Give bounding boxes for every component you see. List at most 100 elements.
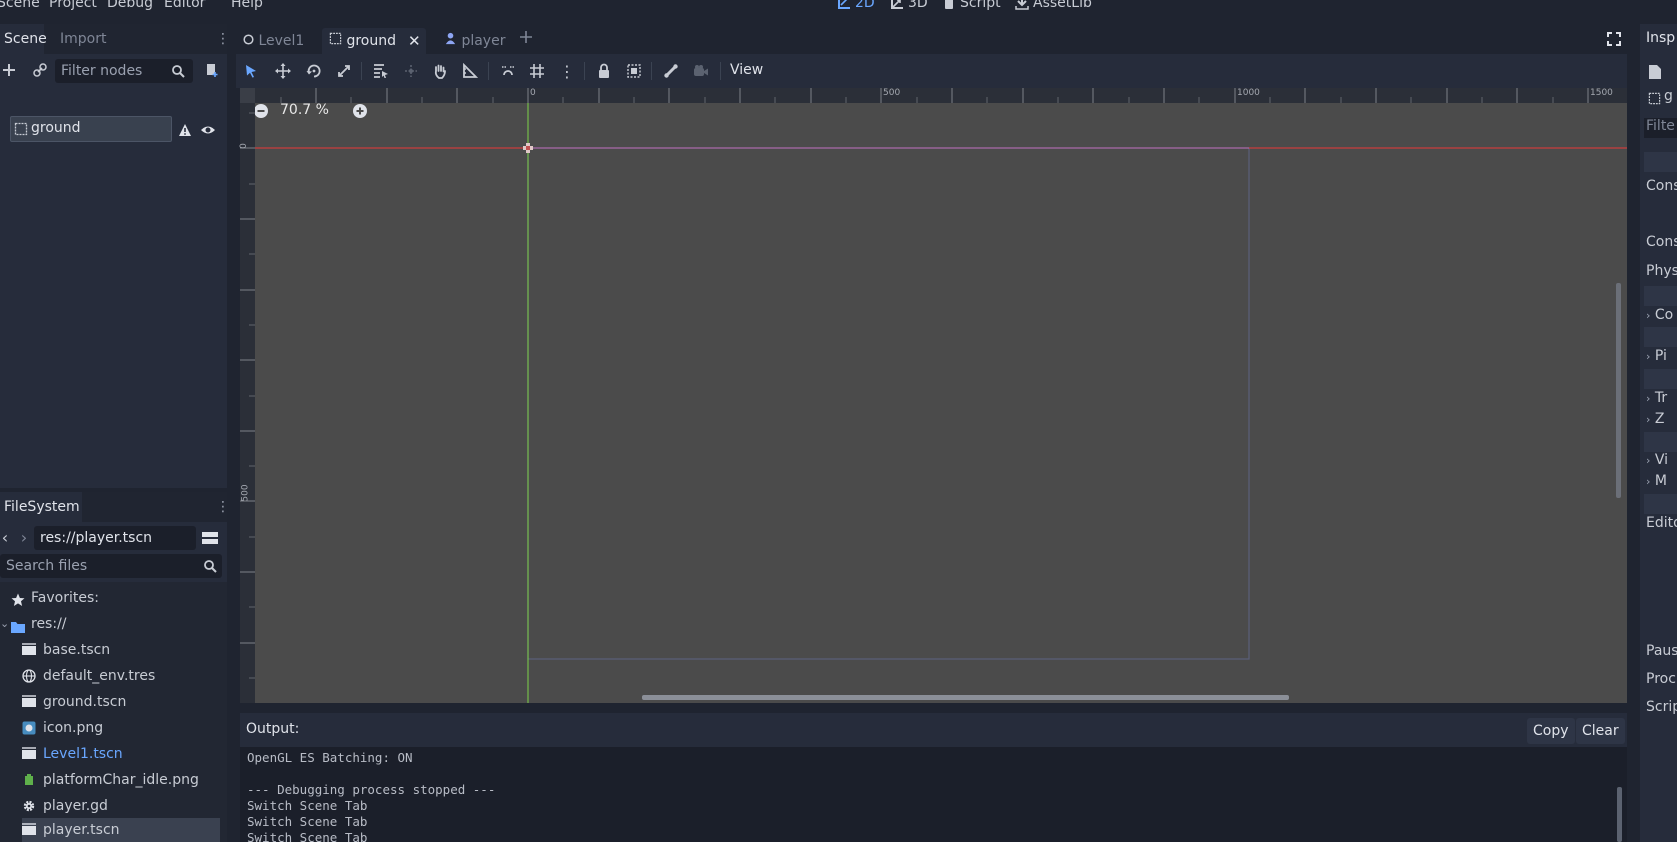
workspace-script-button[interactable]: Script xyxy=(942,0,1001,11)
log-line: Switch Scene Tab xyxy=(247,830,368,842)
tab-level1[interactable]: Level1 xyxy=(236,28,311,54)
tab-inspector[interactable]: Insp xyxy=(1646,30,1675,46)
view-menu-button[interactable]: View xyxy=(730,62,763,78)
file-row[interactable]: base.tscn xyxy=(0,638,227,662)
link-icon[interactable] xyxy=(29,59,51,81)
tab-scene[interactable]: Scene xyxy=(0,24,47,54)
chevron-right-icon: › xyxy=(1646,475,1651,488)
favorites-row[interactable]: Favorites: xyxy=(0,586,227,610)
node2d-icon xyxy=(328,32,342,45)
inspector-row: Paus xyxy=(1646,643,1677,659)
add-node-icon[interactable] xyxy=(0,59,20,81)
snap-options-menu-icon[interactable]: ⋮ xyxy=(556,60,578,82)
forward-arrow-icon[interactable]: › xyxy=(13,526,35,548)
inspector-row: Scrip xyxy=(1646,699,1677,715)
file-row[interactable]: Level1.tscn xyxy=(0,742,227,766)
scale-mode-icon[interactable] xyxy=(333,60,355,82)
visibility-eye-icon[interactable] xyxy=(197,119,219,141)
file-row-selected[interactable]: player.tscn xyxy=(22,818,220,842)
inspector-section-bar xyxy=(1644,286,1677,306)
workspace-2d-button[interactable]: 2D xyxy=(837,0,875,11)
assetlib-workspace-icon xyxy=(1015,0,1029,10)
new-resource-icon[interactable] xyxy=(1648,64,1664,80)
scene-file-icon xyxy=(22,643,36,657)
chevron-down-icon: ⌄ xyxy=(0,617,10,630)
group-icon[interactable] xyxy=(623,60,645,82)
workspace-3d-label: 3D xyxy=(908,0,928,11)
distraction-free-icon[interactable] xyxy=(1606,31,1624,49)
split-view-icon[interactable] xyxy=(199,527,221,549)
inspector-node-label: g xyxy=(1664,88,1673,104)
zoom-out-icon[interactable] xyxy=(253,103,269,119)
inspector-row[interactable]: › Z xyxy=(1646,411,1664,427)
menu-scene[interactable]: Scene xyxy=(0,0,40,11)
toolbar-separator xyxy=(488,62,489,80)
menu-debug[interactable]: Debug xyxy=(107,0,153,11)
grid-snap-icon[interactable] xyxy=(526,60,548,82)
workspace-3d-button[interactable]: 3D xyxy=(890,0,928,11)
ruler-mode-icon[interactable] xyxy=(459,60,481,82)
output-log[interactable]: OpenGL ES Batching: ON --- Debugging pro… xyxy=(240,747,1627,842)
attach-script-icon[interactable] xyxy=(201,59,223,81)
tab-ground[interactable]: ground ✕ xyxy=(322,28,426,54)
canvas-svg xyxy=(255,103,1627,703)
ruler-top: 0 500 1000 1500 xyxy=(240,88,1627,103)
ruler-label: 0 xyxy=(238,143,249,149)
menu-editor[interactable]: Editor xyxy=(164,0,205,11)
file-row[interactable]: platformChar_idle.png xyxy=(0,768,227,792)
path-field[interactable]: res://player.tscn xyxy=(34,526,196,550)
zoom-in-icon[interactable] xyxy=(352,103,368,119)
chevron-right-icon: › xyxy=(1646,309,1651,322)
file-row[interactable]: ground.tscn xyxy=(0,690,227,714)
menu-project[interactable]: Project xyxy=(49,0,97,11)
canvas-viewport[interactable]: 70.7 % xyxy=(240,88,1627,703)
zoom-level-label[interactable]: 70.7 % xyxy=(280,102,329,118)
tab-player[interactable]: player xyxy=(437,28,513,54)
vertical-scrollbar xyxy=(1616,283,1621,498)
file-row[interactable]: icon.png xyxy=(0,716,227,740)
file-row[interactable]: player.gd xyxy=(0,794,227,818)
inspector-row[interactable]: › Co xyxy=(1646,307,1673,323)
bone-icon[interactable] xyxy=(660,60,682,82)
list-select-icon[interactable] xyxy=(370,60,392,82)
pivot-icon[interactable] xyxy=(400,60,422,82)
clear-button[interactable]: Clear xyxy=(1576,718,1625,744)
inspector-row[interactable]: › Vi xyxy=(1646,452,1668,468)
lock-icon[interactable] xyxy=(593,60,615,82)
close-icon[interactable]: ✕ xyxy=(408,28,421,54)
rotate-mode-icon[interactable] xyxy=(303,60,325,82)
chevron-right-icon: › xyxy=(1646,454,1651,467)
move-mode-icon[interactable] xyxy=(272,60,294,82)
filesystem-menu-icon[interactable]: ⋮ xyxy=(216,498,230,516)
pan-mode-icon[interactable] xyxy=(429,60,451,82)
menu-help[interactable]: Help xyxy=(231,0,263,11)
copy-button[interactable]: Copy xyxy=(1527,718,1575,744)
2d-workspace-icon xyxy=(837,0,851,10)
output-scrollbar[interactable] xyxy=(1617,787,1622,842)
tab-import[interactable]: Import xyxy=(56,24,110,54)
scene-dock-menu-icon[interactable]: ⋮ xyxy=(216,30,230,48)
inspector-section-bar xyxy=(1644,494,1677,514)
add-tab-icon[interactable] xyxy=(518,29,538,49)
smart-snap-icon[interactable] xyxy=(497,60,519,82)
tree-item-ground[interactable]: ground xyxy=(10,116,172,142)
search-files-input[interactable]: Search files xyxy=(0,554,222,578)
inspector-row[interactable]: › M xyxy=(1646,473,1667,489)
res-root-row[interactable]: ⌄ res:// xyxy=(0,612,227,636)
select-mode-icon[interactable] xyxy=(240,60,262,82)
inspector-row: Proc xyxy=(1646,671,1676,687)
file-label: player.gd xyxy=(43,798,108,814)
camera-icon[interactable] xyxy=(690,60,712,82)
environment-icon xyxy=(22,669,36,683)
file-label: Level1.tscn xyxy=(43,746,123,762)
folder-icon xyxy=(11,617,25,633)
inspector-row[interactable]: › Pi xyxy=(1646,348,1667,364)
chevron-right-icon: › xyxy=(1646,413,1651,426)
warning-icon[interactable] xyxy=(174,119,196,141)
tab-label: ground xyxy=(346,33,396,49)
player-icon xyxy=(443,32,457,45)
file-row[interactable]: default_env.tres xyxy=(0,664,227,688)
tab-filesystem[interactable]: FileSystem xyxy=(0,492,82,522)
workspace-assetlib-button[interactable]: AssetLib xyxy=(1015,0,1092,11)
inspector-row[interactable]: › Tr xyxy=(1646,390,1667,406)
